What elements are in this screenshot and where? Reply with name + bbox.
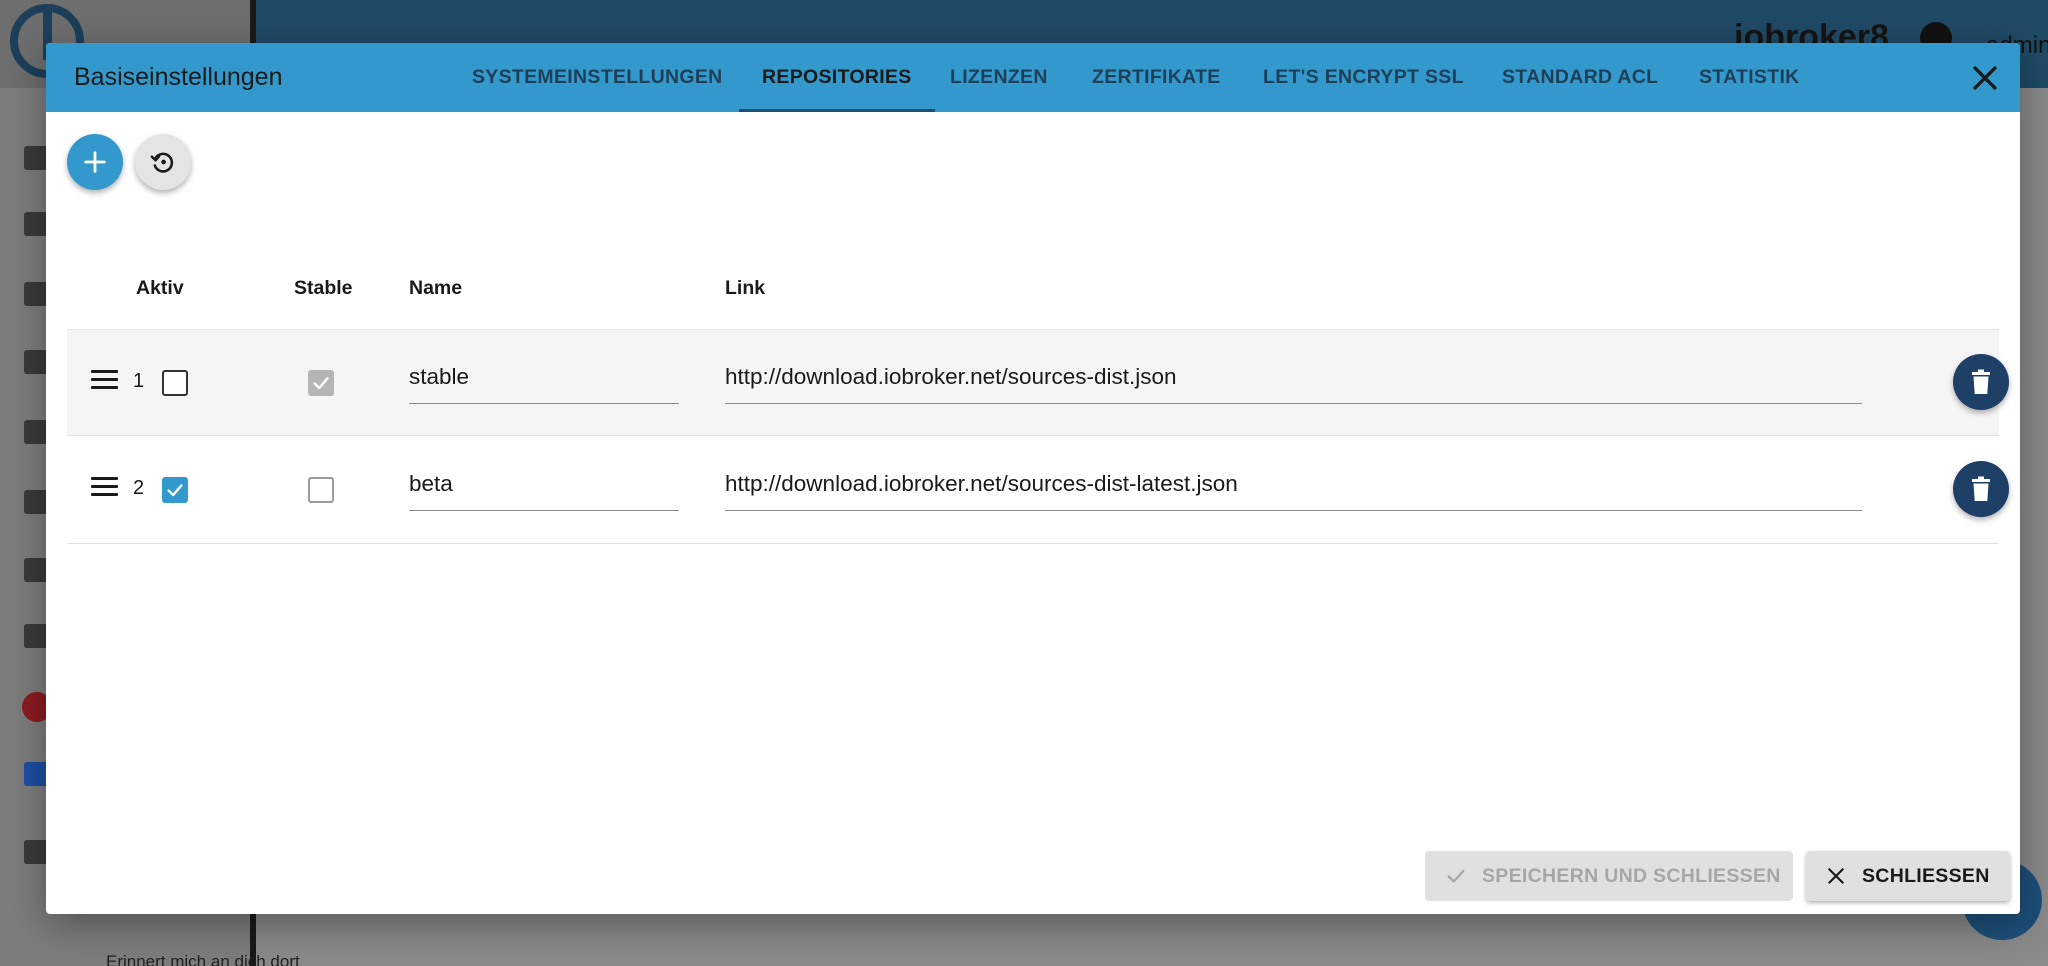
restore-icon bbox=[150, 152, 174, 173]
tab-repositories[interactable]: REPOSITORIES bbox=[739, 43, 934, 112]
tab-systemeinstellungen[interactable]: SYSTEMEINSTELLUNGEN bbox=[472, 43, 723, 112]
restore-defaults-button[interactable] bbox=[135, 134, 191, 190]
trash-icon bbox=[1972, 476, 1990, 501]
dialog-header: Basiseinstellungen SYSTEMEINSTELLUNGEN R… bbox=[46, 43, 2020, 112]
row-index: 2 bbox=[133, 477, 145, 499]
stable-checkbox[interactable] bbox=[308, 477, 334, 503]
dialog-title: Basiseinstellungen bbox=[74, 63, 283, 91]
column-header-name: Name bbox=[409, 277, 463, 299]
link-value: http://download.iobroker.net/sources-dis… bbox=[725, 364, 1177, 389]
drag-handle-icon[interactable] bbox=[91, 477, 118, 497]
link-input[interactable]: http://download.iobroker.net/sources-dis… bbox=[725, 467, 1862, 511]
tab-zertifikate[interactable]: ZERTIFIKATE bbox=[1092, 43, 1221, 112]
add-repository-button[interactable] bbox=[67, 134, 123, 190]
tab-lizenzen[interactable]: LIZENZEN bbox=[950, 43, 1048, 112]
tab-lets-encrypt-ssl[interactable]: LET'S ENCRYPT SSL bbox=[1263, 43, 1464, 112]
save-and-close-label: SPEICHERN UND SCHLIESSEN bbox=[1482, 865, 1781, 887]
name-input[interactable]: beta bbox=[409, 467, 679, 511]
close-label: SCHLIESSEN bbox=[1862, 865, 1990, 887]
checkmark-icon bbox=[313, 377, 329, 390]
close-dialog-button[interactable] bbox=[1968, 61, 2002, 95]
close-button[interactable]: SCHLIESSEN bbox=[1806, 851, 2010, 901]
name-value: beta bbox=[409, 471, 453, 496]
tab-statistik[interactable]: STATISTIK bbox=[1699, 43, 1800, 112]
row-index: 1 bbox=[133, 370, 145, 392]
column-header-link: Link bbox=[725, 277, 766, 299]
delete-row-button[interactable] bbox=[1953, 461, 2009, 517]
background-bottom-text: Erinnert mich an dich dort bbox=[106, 952, 300, 966]
name-value: stable bbox=[409, 364, 470, 389]
drag-handle-icon[interactable] bbox=[91, 370, 118, 390]
active-checkbox[interactable] bbox=[162, 477, 188, 503]
close-icon bbox=[1973, 66, 1997, 90]
link-value: http://download.iobroker.net/sources-dis… bbox=[725, 471, 1238, 496]
close-icon bbox=[1828, 868, 1844, 884]
column-header-stable: Stable bbox=[294, 277, 353, 299]
column-header-active: Aktiv bbox=[136, 277, 184, 299]
active-checkbox[interactable] bbox=[162, 370, 188, 396]
checkmark-icon bbox=[167, 484, 183, 497]
check-icon bbox=[1447, 869, 1465, 883]
save-and-close-button[interactable]: SPEICHERN UND SCHLIESSEN bbox=[1425, 851, 1793, 901]
name-input[interactable]: stable bbox=[409, 360, 679, 404]
settings-dialog: Basiseinstellungen SYSTEMEINSTELLUNGEN R… bbox=[46, 43, 2020, 914]
stable-checkbox bbox=[308, 370, 334, 396]
trash-icon bbox=[1972, 369, 1990, 394]
plus-icon bbox=[84, 151, 106, 173]
delete-row-button[interactable] bbox=[1953, 354, 2009, 410]
table-row: 1 stable http://download.iobroker.net/so… bbox=[67, 329, 2009, 436]
table-row: 2 beta http://download.iobroker.net/sour… bbox=[67, 437, 2009, 544]
tab-standard-acl[interactable]: STANDARD ACL bbox=[1502, 43, 1658, 112]
link-input[interactable]: http://download.iobroker.net/sources-dis… bbox=[725, 360, 1862, 404]
